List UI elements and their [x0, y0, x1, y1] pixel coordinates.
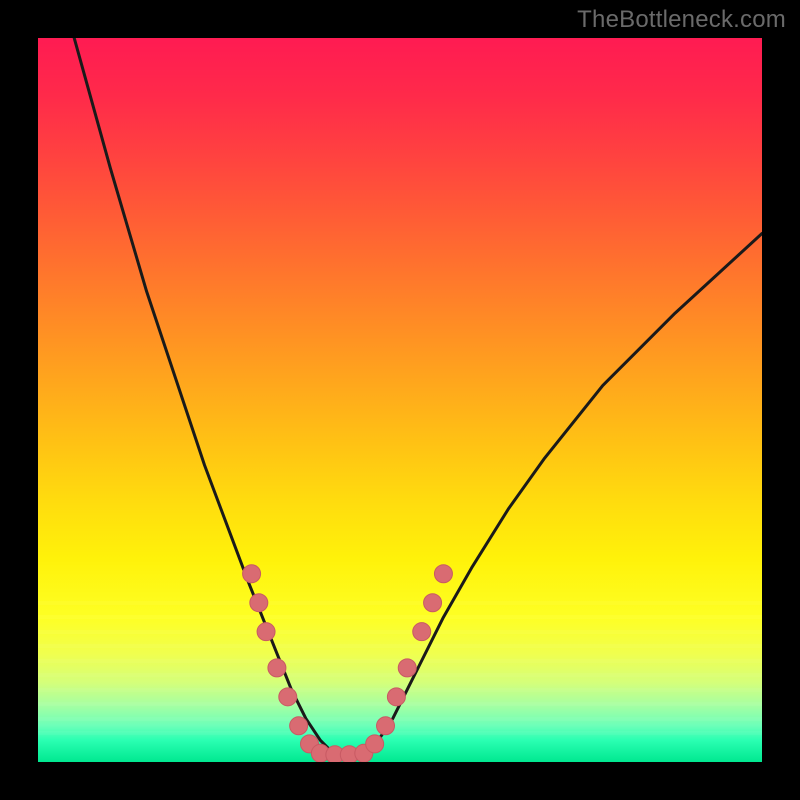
curve-marker — [279, 688, 297, 706]
bottleneck-curve — [74, 38, 762, 755]
curve-marker — [366, 735, 384, 753]
curve-marker — [250, 594, 268, 612]
curve-marker — [434, 565, 452, 583]
curve-marker — [290, 717, 308, 735]
curve-marker — [243, 565, 261, 583]
curve-marker — [398, 659, 416, 677]
chart-svg — [38, 38, 762, 762]
curve-marker — [413, 623, 431, 641]
chart-frame: TheBottleneck.com — [0, 0, 800, 800]
curve-marker — [424, 594, 442, 612]
watermark-text: TheBottleneck.com — [577, 6, 786, 34]
curve-marker — [377, 717, 395, 735]
plot-area — [38, 38, 762, 762]
curve-marker — [257, 623, 275, 641]
curve-marker — [268, 659, 286, 677]
curve-marker — [387, 688, 405, 706]
